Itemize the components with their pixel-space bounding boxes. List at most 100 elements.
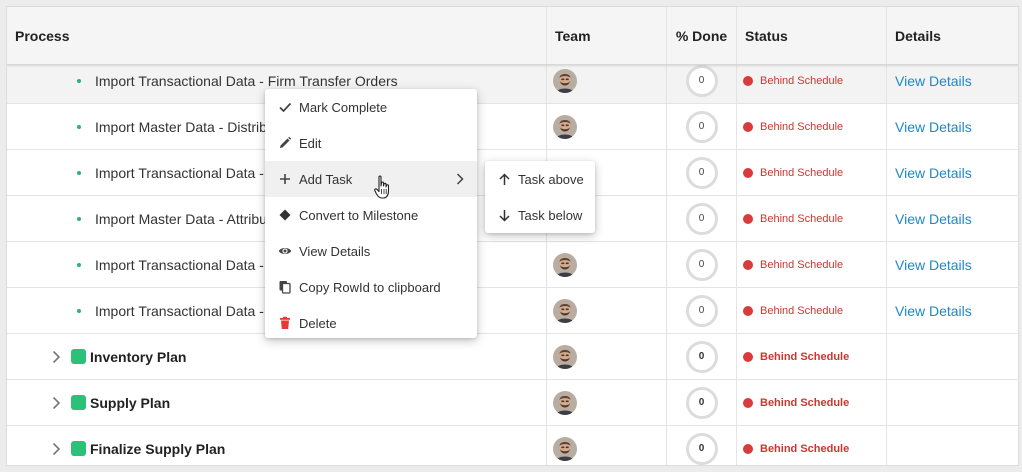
status-text: Behind Schedule [760,120,844,133]
menu-item-view-details[interactable]: View Details [265,233,477,269]
status-dot-icon [743,443,753,454]
chevron-right-icon[interactable] [51,350,61,364]
chevron-right-icon[interactable] [51,442,61,456]
menu-item-convert-milestone[interactable]: Convert to Milestone [265,197,477,233]
progress-ring: 0 [685,386,718,419]
status-text: Behind Schedule [760,442,850,455]
header-process-label: Process [15,27,70,44]
done-cell: 0 [667,242,737,287]
header-done[interactable]: % Done [667,7,737,64]
done-cell: 0 [667,380,737,425]
submenu-item-task-below[interactable]: Task below [485,197,595,233]
done-cell: 0 [667,426,737,465]
status-cell: Behind Schedule [737,288,887,333]
menu-item-copy-rowid[interactable]: Copy RowId to clipboard [265,269,477,305]
progress-value: 0 [698,213,705,224]
details-cell [887,380,1018,425]
task-bullet-icon [77,78,81,83]
chevron-right-icon[interactable] [51,396,61,410]
group-row[interactable]: Supply Plan 0 Behind Schedule [7,380,1018,426]
progress-ring: 0 [685,202,718,235]
group-row[interactable]: Finalize Supply Plan 0 Behind Schedule [7,426,1018,465]
task-bullet-icon [77,170,81,175]
progress-value: 0 [698,259,705,270]
avatar[interactable] [553,390,577,415]
trash-icon [278,316,292,330]
process-cell: Supply Plan [7,380,547,425]
progress-ring: 0 [685,432,718,465]
table-row[interactable]: Import Transactional Data - 0 Behind Sch… [7,242,1018,288]
plus-icon [278,172,292,186]
group-name: Inventory Plan [90,348,187,365]
status-text: Behind Schedule [760,166,844,179]
group-name: Finalize Supply Plan [90,440,226,457]
view-details-link[interactable]: View Details [895,165,972,181]
avatar[interactable] [553,252,577,277]
avatar[interactable] [553,68,577,93]
hand-cursor-icon [374,175,390,199]
menu-item-label: Delete [299,315,337,331]
details-cell: View Details [887,242,1018,287]
header-status[interactable]: Status [737,7,887,64]
header-process[interactable]: Process [7,7,547,64]
details-cell: View Details [887,288,1018,333]
process-cell: Finalize Supply Plan [7,426,547,465]
status-dot-icon [743,213,753,224]
avatar[interactable] [553,298,577,323]
status-text: Behind Schedule [760,212,844,225]
table-row[interactable]: Import Master Data - Distrib 0 Behind Sc… [7,104,1018,150]
status-text: Behind Schedule [760,350,850,363]
view-details-link[interactable]: View Details [895,257,972,273]
menu-item-label: Edit [299,135,322,151]
group-color-icon [71,349,86,364]
status-cell: Behind Schedule [737,150,887,195]
progress-ring: 0 [685,64,718,97]
progress-value: 0 [698,305,705,316]
team-cell [547,380,667,425]
submenu-item-task-above[interactable]: Task above [485,161,595,197]
done-cell: 0 [667,196,737,241]
avatar[interactable] [553,114,577,139]
status-text: Behind Schedule [760,396,850,409]
group-row[interactable]: Inventory Plan 0 Behind Schedule [7,334,1018,380]
status-dot-icon [743,305,753,316]
status-dot-icon [743,121,753,132]
task-bullet-icon [77,216,81,221]
done-cell: 0 [667,104,737,149]
group-name: Supply Plan [90,394,171,411]
progress-ring: 0 [685,156,718,189]
view-details-link[interactable]: View Details [895,119,972,135]
done-cell: 0 [667,334,737,379]
status-dot-icon [743,397,753,408]
progress-value: 0 [698,397,705,408]
copy-icon [278,280,292,294]
progress-ring: 0 [685,110,718,143]
table-row[interactable]: Import Transactional Data - 0 Behind Sch… [7,288,1018,334]
header-details[interactable]: Details [887,7,1018,64]
view-details-link[interactable]: View Details [895,211,972,227]
status-cell: Behind Schedule [737,196,887,241]
view-details-link[interactable]: View Details [895,303,972,319]
details-cell [887,426,1018,465]
status-dot-icon [743,75,753,86]
menu-item-mark-complete[interactable]: Mark Complete [265,89,477,125]
menu-item-delete[interactable]: Delete [265,305,477,341]
details-cell [887,334,1018,379]
menu-item-edit[interactable]: Edit [265,125,477,161]
status-cell: Behind Schedule [737,426,887,465]
status-text: Behind Schedule [760,74,844,87]
submenu-item-label: Task below [518,207,583,223]
team-cell [547,334,667,379]
done-cell: 0 [667,150,737,195]
grid-header: Process Team % Done Status Details [7,7,1018,65]
view-details-link[interactable]: View Details [895,73,972,89]
menu-item-add-task[interactable]: Add Task [265,161,477,197]
avatar[interactable] [553,436,577,461]
status-text: Behind Schedule [760,304,844,317]
task-name: Import Master Data - Distrib [95,118,267,135]
status-cell: Behind Schedule [737,242,887,287]
avatar[interactable] [553,344,577,369]
header-team[interactable]: Team [547,7,667,64]
task-name: Import Transactional Data - [95,256,264,273]
progress-value: 0 [698,351,705,362]
